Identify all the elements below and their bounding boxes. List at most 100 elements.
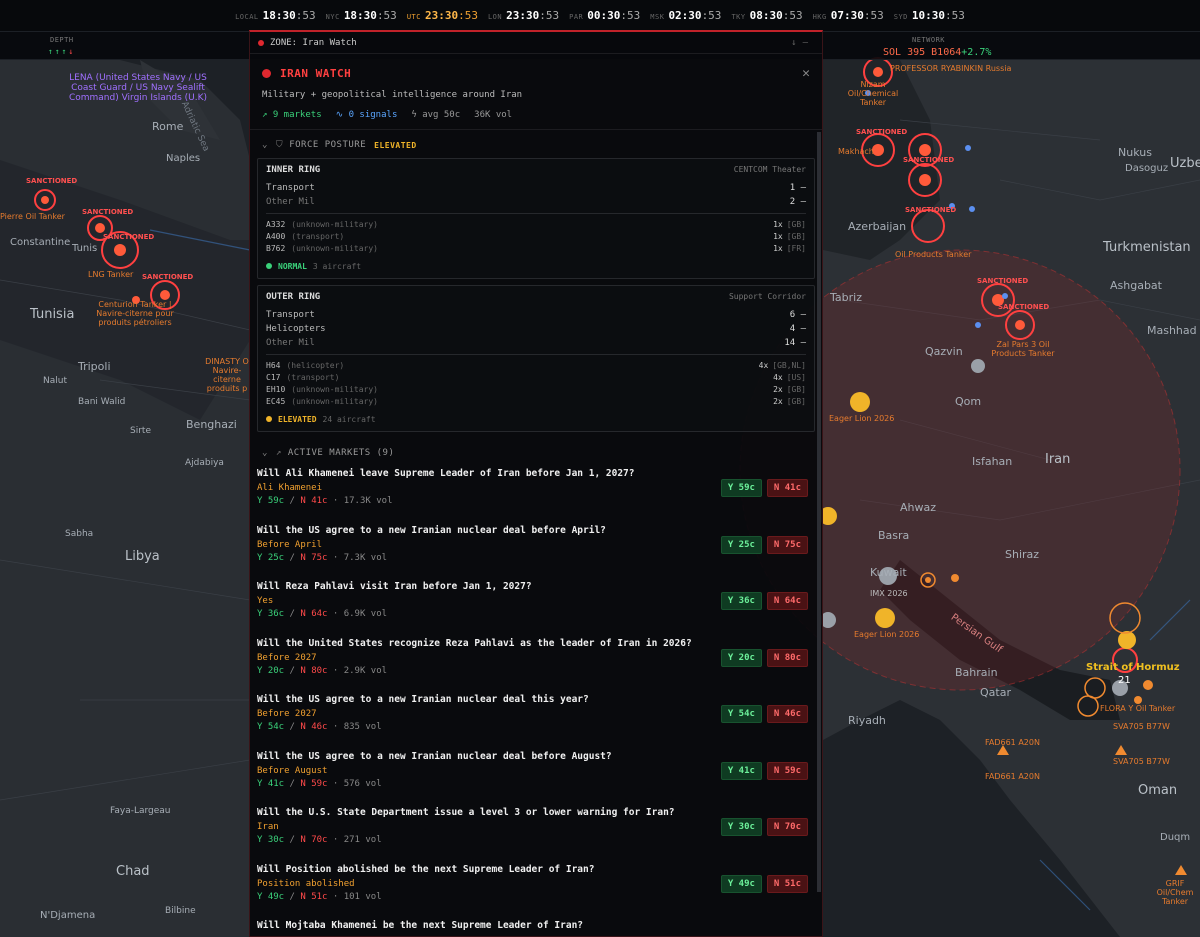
buy-yes-button[interactable]: Y 36c [720, 592, 762, 610]
market-item[interactable]: Will the United States recognize Reza Pa… [250, 630, 822, 687]
vessel-label[interactable]: Eager Lion 2026 [829, 414, 894, 423]
place-label: Libya [125, 549, 160, 564]
scrollbar-thumb[interactable] [817, 132, 821, 892]
vessel-label[interactable]: LENA (United States Navy / US Coast Guar… [68, 73, 208, 103]
flight-label[interactable]: SVA705 B77W [1113, 722, 1170, 731]
market-item[interactable]: Will the US agree to a new Iranian nucle… [250, 743, 822, 800]
place-label: Bahrain [955, 666, 998, 679]
network-label: NETWORK [912, 36, 946, 44]
place-label: N'Djamena [40, 910, 96, 921]
buy-no-button[interactable]: N 75c [766, 535, 808, 554]
network-ticker: SOL 395 B1064+2.7% [883, 47, 992, 58]
market-item[interactable]: Will Mojtaba Khamenei be the next Suprem… [250, 912, 822, 936]
ring-row: Transport 6 — [266, 310, 806, 320]
hotspot-count: 21 [1118, 675, 1131, 686]
panel-title: IRAN WATCH [280, 67, 352, 80]
vessel-label[interactable]: Oil Products Tanker [895, 250, 971, 259]
clock-lon: LON 23:30:53 [487, 9, 560, 22]
place-label: Bani Walid [78, 397, 126, 407]
buy-no-button[interactable]: N 51c [766, 874, 808, 893]
sanctioned-badge: SANCTIONED [82, 208, 134, 216]
vessel-label[interactable]: FLORA Y Oil Tanker [1100, 704, 1175, 713]
vessel-label[interactable]: DINASTY O Navire-citerne produits p [204, 357, 250, 393]
force-posture-toggle[interactable]: ⌄ ⛉ FORCE POSTURE ELEVATED [250, 130, 822, 152]
vessel-label[interactable]: Pierre Oil Tanker [0, 212, 65, 221]
vessel-label[interactable]: Centurion Tanker | Navire-citerne pour p… [90, 300, 180, 327]
aircraft-row: EC45 (unknown-military) 2x [GB] [266, 396, 806, 406]
vessel-label[interactable]: Nizam Oil/Chemical Tanker [838, 80, 908, 107]
ring-title: INNER RING [266, 165, 321, 175]
buy-yes-button[interactable]: Y 54c [720, 705, 762, 723]
place-label: Shiraz [1005, 548, 1040, 561]
place-label: Basra [878, 529, 910, 542]
buy-yes-button[interactable]: Y 41c [720, 761, 762, 780]
buy-no-button[interactable]: N 64c [766, 592, 808, 610]
avg-stat: ϟ avg 50c [411, 110, 461, 120]
market-prices: Y 36c / N 64c · 6.9K vol [257, 609, 388, 619]
ring-row: Helicopters 4 — [266, 324, 806, 334]
place-label: Ashgabat [1110, 279, 1162, 292]
vessel-label[interactable]: IMX 2026 [870, 589, 908, 598]
market-item[interactable]: Will Ali Khamenei leave Supreme Leader o… [250, 460, 822, 517]
trend-icon: ↗ [262, 110, 268, 120]
live-dot-icon [258, 39, 264, 46]
buy-no-button[interactable]: N 46c [766, 705, 808, 723]
ring-theater: CENTCOM Theater [733, 165, 806, 174]
place-label: Naples [166, 153, 201, 164]
panel-scrollbar[interactable] [817, 132, 821, 892]
vessel-label[interactable]: GRIF Oil/Chem Tanker [1150, 879, 1200, 906]
market-item[interactable]: Will Reza Pahlavi visit Iran before Jan … [250, 573, 822, 630]
buy-no-button[interactable]: N 80c [766, 648, 808, 667]
market-question: Will Reza Pahlavi visit Iran before Jan … [257, 581, 532, 592]
flight-label[interactable]: FAD661 A20N [985, 738, 1040, 747]
buy-no-button[interactable]: N 59c [766, 761, 808, 780]
aircraft-row: B762 (unknown-military) 1x [FR] [266, 243, 806, 253]
buy-no-button[interactable]: N 70c [766, 818, 808, 836]
sanctioned-badge: SANCTIONED [103, 233, 155, 241]
sanctioned-badge: SANCTIONED [977, 277, 1029, 285]
flight-label[interactable]: FAD661 A20N [985, 772, 1040, 781]
market-item[interactable]: Will the US agree to a new Iranian nucle… [250, 517, 822, 574]
market-item[interactable]: Will the U.S. State Department issue a l… [250, 799, 822, 856]
flight-label[interactable]: SVA705 B77W [1113, 757, 1170, 766]
download-icon[interactable]: ↓ [791, 38, 802, 48]
sanctioned-badge: SANCTIONED [903, 156, 955, 164]
market-question: Will Mojtaba Khamenei be the next Suprem… [257, 920, 584, 931]
minimize-icon[interactable]: — [803, 38, 814, 48]
place-label: Sirte [130, 426, 151, 436]
ring-title: OUTER RING [266, 292, 321, 302]
inner-ring-card: INNER RING CENTCOM Theater Transport 1 — O… [257, 158, 815, 279]
vol-stat: 36K vol [474, 110, 513, 120]
markets-list: Will Ali Khamenei leave Supreme Leader o… [250, 460, 822, 936]
vessel-label[interactable]: Zal Pars 3 Oil Products Tanker [988, 340, 1058, 358]
market-prices: Y 25c / N 75c · 7.3K vol [257, 552, 388, 563]
hotspot-label[interactable]: Strait of Hormuz [1086, 662, 1180, 673]
buy-yes-button[interactable]: Y 30c [720, 818, 762, 836]
trend-icon: ↗ [275, 448, 282, 458]
buy-yes-button[interactable]: Y 59c [720, 479, 762, 497]
panel-controls: ↓— [791, 38, 814, 48]
market-item[interactable]: Will the US agree to a new Iranian nucle… [250, 686, 822, 743]
place-label: Faya-Largeau [110, 806, 171, 816]
bolt-icon: ϟ [411, 110, 417, 120]
clock-local: LOCAL 18:30:53 [235, 9, 316, 22]
markets-stat: ↗ 9 markets [262, 110, 322, 120]
buy-yes-button[interactable]: Y 25c [720, 535, 762, 554]
aircraft-row: H64 (helicopter) 4x [GB,NL] [266, 360, 806, 370]
vessel-label[interactable]: Makhach [838, 147, 874, 156]
place-label: Kuwait [870, 566, 907, 579]
market-item[interactable]: Will Position abolished be the next Supr… [250, 856, 822, 913]
buy-yes-button[interactable]: Y 49c [720, 874, 762, 893]
vessel-label[interactable]: PROFESSOR RYABINKIN Russia [890, 64, 1011, 73]
vessel-label[interactable]: Eager Lion 2026 [854, 630, 919, 639]
place-label: Riyadh [848, 714, 886, 727]
buy-no-button[interactable]: N 41c [766, 479, 808, 497]
market-prices: Y 30c / N 70c · 271 vol [257, 835, 382, 845]
buy-yes-button[interactable]: Y 20c [720, 648, 762, 667]
place-label: Constantine [10, 237, 71, 248]
close-icon[interactable]: ✕ [802, 66, 810, 81]
vessel-label[interactable]: LNG Tanker [88, 270, 133, 279]
posture-status-badge: ELEVATED [374, 140, 417, 150]
signals-stat: ∿ 0 signals [335, 110, 398, 120]
active-markets-toggle[interactable]: ⌄ ↗ ACTIVE MARKETS (9) [250, 438, 822, 460]
